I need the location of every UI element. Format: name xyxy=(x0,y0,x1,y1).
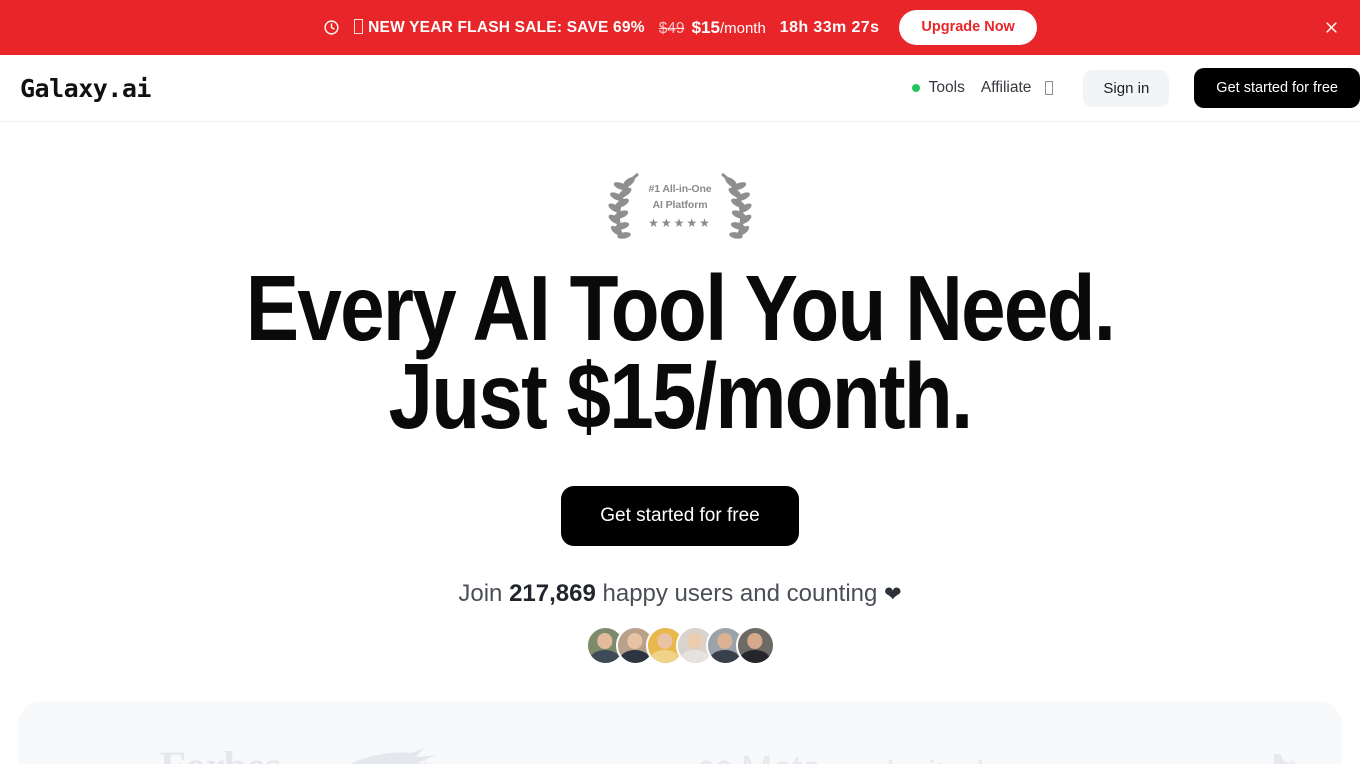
nav-item-affiliate[interactable]: Affiliate xyxy=(973,73,1062,103)
headline-line-1: Every AI Tool You Need. xyxy=(245,256,1116,360)
heart-icon: ❤ xyxy=(884,582,902,606)
promo-headline: NEW YEAR FLASH SALE: SAVE 69% xyxy=(354,18,645,37)
award-badge: #1 All-in-One AI Platform ★★★★★ xyxy=(0,166,1360,246)
social-proof-text: Join 217,869 happy users and counting ❤ xyxy=(0,579,1360,607)
site-header: Galaxy.ai Tools Affiliate Sign in Get st… xyxy=(0,55,1360,122)
award-line-2: AI Platform xyxy=(652,198,708,211)
main-navigation: Tools Affiliate Sign in Get started for … xyxy=(904,55,1360,121)
promo-price: $49 $15/month xyxy=(659,18,766,38)
promo-old-price: $49 xyxy=(658,19,685,37)
promo-banner-content: NEW YEAR FLASH SALE: SAVE 69% $49 $15/mo… xyxy=(323,10,1037,45)
brand-logo-forbes: Forbes xyxy=(160,743,282,764)
trusted-by-logo-strip: Talk Forbes BUSINESS Meta logitech xyxy=(18,702,1342,764)
close-icon[interactable] xyxy=(1318,15,1344,41)
brand-logo[interactable]: Galaxy.ai xyxy=(20,76,151,101)
award-star-rating: ★★★★★ xyxy=(648,216,712,231)
brand-logo-patriots xyxy=(346,743,442,764)
upgrade-now-button[interactable]: Upgrade Now xyxy=(899,10,1037,45)
hero-get-started-button[interactable]: Get started for free xyxy=(561,485,799,546)
award-badge-text: #1 All-in-One AI Platform ★★★★★ xyxy=(646,183,714,230)
promo-price-period: /month xyxy=(719,19,766,37)
headline-line-2: Just $15/month. xyxy=(388,344,973,449)
sign-in-button[interactable]: Sign in xyxy=(1083,69,1170,107)
header-get-started-button[interactable]: Get started for free xyxy=(1194,68,1360,108)
brand-logo-meta: Meta xyxy=(694,749,822,764)
logo-strip-inner: Talk Forbes BUSINESS Meta logitech xyxy=(18,702,1342,764)
brand-logo-meta-label: Meta xyxy=(741,749,822,764)
hero-section: #1 All-in-One AI Platform ★★★★★ Every AI… xyxy=(0,122,1360,665)
nav-item-tools-label: Tools xyxy=(928,79,965,96)
user-avatar-group xyxy=(0,625,1360,665)
page-title: Every AI Tool You Need. Just $15/month. xyxy=(95,256,1265,449)
patriots-logo-icon xyxy=(349,748,436,764)
external-link-icon xyxy=(1045,81,1054,95)
social-proof-suffix: happy users and counting xyxy=(595,579,885,607)
promo-banner: NEW YEAR FLASH SALE: SAVE 69% $49 $15/mo… xyxy=(0,0,1360,55)
promo-price-group: $15/month xyxy=(692,18,766,38)
promo-emoji-icon xyxy=(354,18,364,34)
tiktok-note-icon xyxy=(1273,754,1297,764)
promo-new-price: $15 xyxy=(691,17,720,37)
brand-logo-tiktok xyxy=(1252,752,1304,764)
social-proof-prefix: Join xyxy=(458,579,510,607)
social-proof-count: 217,869 xyxy=(509,579,596,607)
nav-item-tools[interactable]: Tools xyxy=(904,73,973,103)
promo-headline-text: NEW YEAR FLASH SALE: SAVE 69% xyxy=(368,18,645,36)
laurel-left-icon xyxy=(608,172,639,239)
brand-logo-logitech: logitech xyxy=(887,754,995,764)
laurel-right-icon xyxy=(721,172,752,239)
avatar xyxy=(735,625,775,665)
promo-countdown-timer: 18h 33m 27s xyxy=(779,18,880,36)
meta-infinity-icon xyxy=(699,759,731,764)
clock-icon xyxy=(323,19,340,36)
nav-item-affiliate-label: Affiliate xyxy=(980,79,1032,96)
award-line-1: #1 All-in-One xyxy=(648,182,712,195)
status-dot-icon xyxy=(911,84,920,92)
